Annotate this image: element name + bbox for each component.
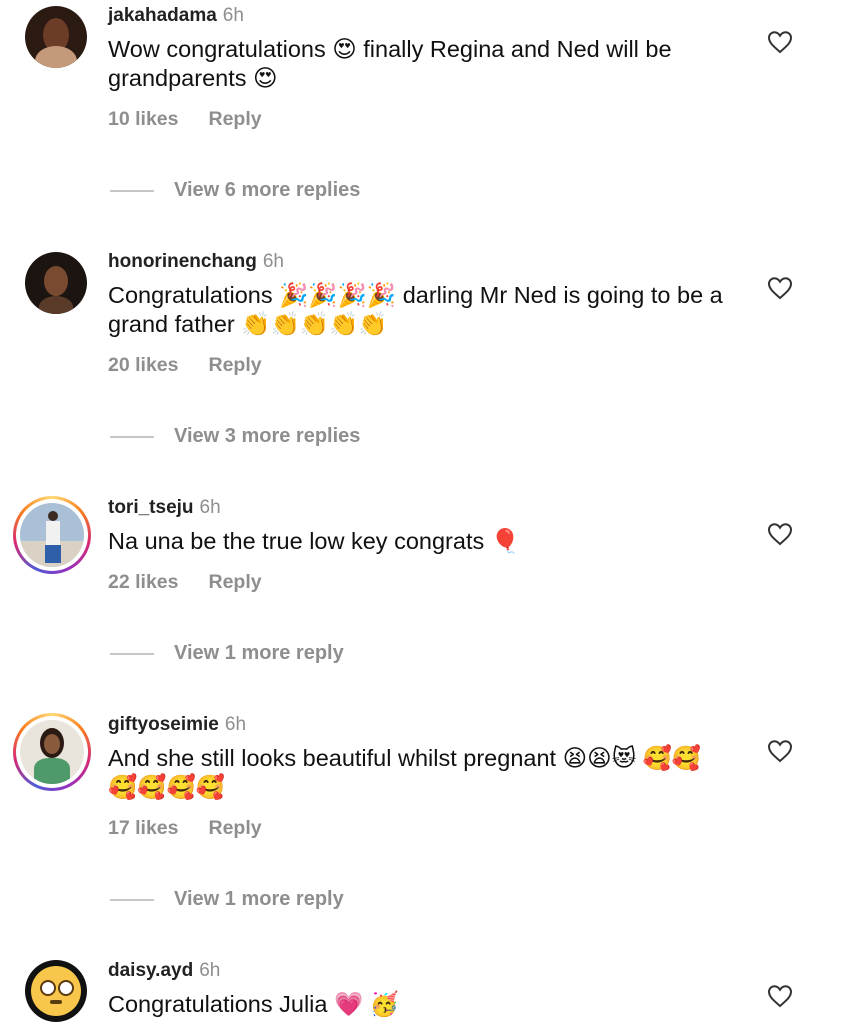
comment-text: Na una be the true low key congrats 🎈 — [108, 528, 521, 554]
heart-outline-icon[interactable] — [767, 30, 793, 54]
divider-line — [110, 435, 154, 438]
username[interactable]: honorinenchang — [108, 251, 257, 272]
reply-button[interactable]: Reply — [208, 108, 261, 130]
comment-text: Congratulations 🎉🎉🎉🎉 darling Mr Ned is g… — [108, 282, 723, 337]
avatar-story-ring[interactable] — [13, 713, 91, 791]
comment-meta: daisy.ayd 6h — [108, 960, 220, 982]
reply-button[interactable]: Reply — [208, 354, 261, 376]
view-more-replies-button[interactable]: View 1 more reply — [110, 888, 344, 911]
timestamp: 6h — [262, 251, 284, 272]
avatar[interactable] — [25, 6, 87, 68]
timestamp: 6h — [199, 960, 221, 981]
avatar-photo — [20, 503, 84, 567]
likes-count[interactable]: 17 likes — [108, 817, 178, 839]
avatar-photo — [44, 266, 68, 296]
heart-outline-icon[interactable] — [767, 739, 793, 763]
comment-actions: 22 likes Reply — [108, 571, 262, 594]
divider-line — [110, 652, 154, 655]
comment-meta: jakahadama 6h — [108, 5, 244, 27]
likes-count[interactable]: 22 likes — [108, 571, 178, 593]
username[interactable]: giftyoseimie — [108, 714, 219, 735]
view-more-replies-button[interactable]: View 1 more reply — [110, 642, 344, 665]
comment-text: Wow congratulations 😍 finally Regina and… — [108, 36, 672, 91]
flushed-face-emoji-avatar[interactable] — [25, 960, 87, 1022]
comment-meta: giftyoseimie 6h — [108, 714, 246, 736]
divider-line — [110, 898, 154, 901]
comment-actions: 20 likes Reply — [108, 354, 262, 377]
heart-outline-icon[interactable] — [767, 984, 793, 1008]
reply-button[interactable]: Reply — [208, 571, 261, 593]
timestamp: 6h — [199, 497, 221, 518]
comment-text: Congratulations Julia 💗 🥳 — [108, 991, 400, 1017]
comment-meta: honorinenchang 6h — [108, 251, 284, 273]
username[interactable]: jakahadama — [108, 5, 217, 26]
username[interactable]: daisy.ayd — [108, 960, 193, 981]
view-more-replies-button[interactable]: View 3 more replies — [110, 425, 360, 448]
avatar[interactable] — [25, 252, 87, 314]
timestamp: 6h — [222, 5, 244, 26]
likes-count[interactable]: 10 likes — [108, 108, 178, 130]
comment-text: And she still looks beautiful whilst pre… — [108, 745, 702, 800]
avatar-photo — [20, 720, 84, 784]
view-more-replies-button[interactable]: View 6 more replies — [110, 179, 360, 202]
reply-button[interactable]: Reply — [208, 817, 261, 839]
timestamp: 6h — [224, 714, 247, 735]
divider-line — [110, 189, 154, 192]
comment-actions: 17 likes Reply — [108, 817, 262, 840]
heart-outline-icon[interactable] — [767, 276, 793, 300]
username[interactable]: tori_tseju — [108, 497, 194, 518]
avatar-story-ring[interactable] — [13, 496, 91, 574]
likes-count[interactable]: 20 likes — [108, 354, 178, 376]
comment-actions: 10 likes Reply — [108, 108, 262, 131]
heart-outline-icon[interactable] — [767, 522, 793, 546]
comment-meta: tori_tseju 6h — [108, 497, 221, 519]
